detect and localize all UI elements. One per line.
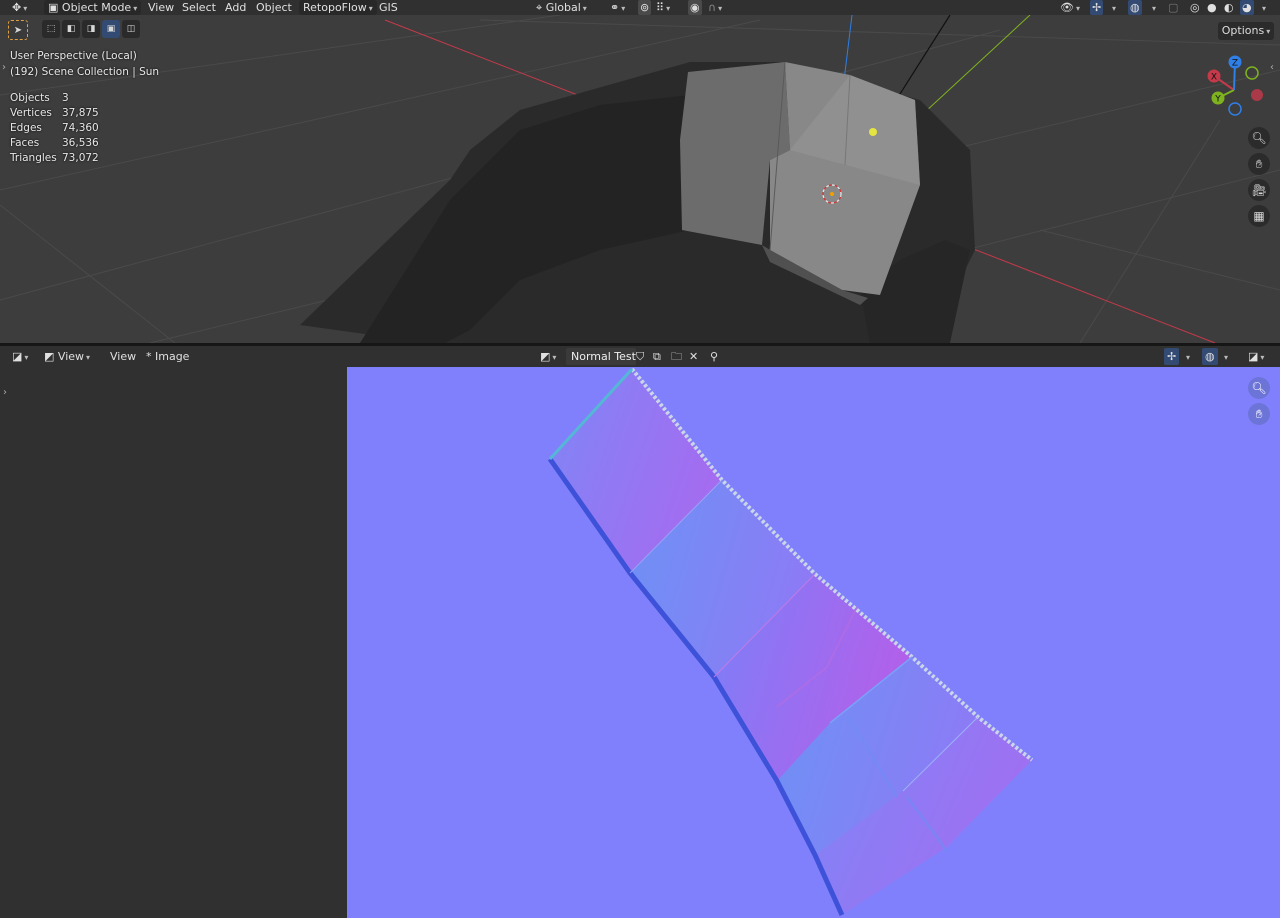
viewport-header: ✥ ▾ ▣ Object Mode ▾ View Select Add Object…: [0, 0, 1280, 15]
menu-add[interactable]: Add: [225, 0, 246, 15]
view-name-label: User Perspective (Local): [10, 50, 137, 62]
display-channels-icon[interactable]: ◪ ▾: [1248, 346, 1264, 367]
shading-dropdown-icon[interactable]: ▾: [1260, 0, 1266, 15]
chevron-down-icon: ▾: [582, 4, 587, 13]
gizmo-neg-y-icon: [1245, 66, 1259, 80]
select-invert-icon[interactable]: ▣: [102, 20, 120, 38]
proportional-edit-icon[interactable]: ◉: [688, 0, 702, 15]
sidebar-toggle-icon[interactable]: ‹: [1270, 62, 1274, 73]
gizmo-toggle-icon[interactable]: ✢: [1090, 0, 1104, 15]
chevron-down-icon: ▾: [133, 4, 138, 13]
shading-material-icon[interactable]: ◐: [1224, 0, 1234, 15]
gizmo-dropdown-icon[interactable]: ▾: [1184, 346, 1190, 367]
shading-wireframe-icon[interactable]: ◎: [1190, 0, 1200, 15]
editor-type-icon[interactable]: ✥ ▾: [12, 0, 27, 15]
gizmo-dropdown-icon[interactable]: ▾: [1110, 0, 1116, 15]
navigation-gizmo[interactable]: X Y Z: [1200, 50, 1272, 122]
view-mode-dropdown[interactable]: ◩ View ▾: [44, 346, 90, 367]
zoom-icon[interactable]: 🔍︎: [1248, 127, 1270, 149]
collection-label: (192) Scene Collection | Sun: [10, 66, 160, 78]
stat-row: Objects 3: [10, 92, 69, 104]
snap-target-icon[interactable]: ⠿ ▾: [656, 0, 670, 15]
select-mode-toolbar: ➤ ⬚ ◧ ◨ ▣ ◫: [8, 20, 140, 40]
image-editor-header: ◪ ▾ ◩ View ▾ View * Image ◩ ▾ Normal Test ⛉…: [0, 346, 1280, 367]
stat-row: Vertices 37,875: [10, 107, 99, 119]
overlay-dropdown-icon[interactable]: ▾: [1222, 346, 1228, 367]
transform-orientation-dropdown[interactable]: ⌖ Global ▾: [536, 0, 587, 15]
image-editor-toolbar-region: ›: [0, 367, 347, 918]
gizmo-y-label: Y: [1214, 95, 1221, 105]
menu-select[interactable]: Select: [182, 0, 216, 15]
overlay-toggle-icon[interactable]: ◍: [1128, 0, 1142, 15]
gizmo-toggle-icon[interactable]: ✢: [1164, 348, 1180, 365]
perspective-grid-icon[interactable]: ▦: [1248, 205, 1270, 227]
menu-retopoflow[interactable]: RetopoFlow ▾: [299, 0, 377, 15]
menu-image[interactable]: * Image: [146, 346, 189, 367]
gizmo-neg-z-icon: [1228, 102, 1242, 116]
chevron-down-icon: ▾: [86, 353, 91, 362]
menu-view[interactable]: View: [148, 0, 174, 15]
select-extend-icon[interactable]: ◧: [62, 20, 80, 38]
fake-user-shield-icon[interactable]: ⛉: [636, 346, 644, 367]
select-intersect-icon[interactable]: ◫: [122, 20, 140, 38]
select-subtract-icon[interactable]: ◨: [82, 20, 100, 38]
overlay-dropdown-icon[interactable]: ▾: [1150, 0, 1156, 15]
browse-image-icon[interactable]: ◩ ▾: [540, 346, 556, 367]
toolbar-toggle-icon[interactable]: ›: [2, 62, 6, 73]
overlay-toggle-icon[interactable]: ◍: [1202, 348, 1218, 365]
normal-map-strip: [547, 367, 1034, 917]
select-tool-icon[interactable]: ➤: [8, 20, 28, 40]
pin-icon[interactable]: ⚲: [710, 346, 718, 367]
viewport-3d[interactable]: ✥ ▾ ▣ Object Mode ▾ View Select Add Object…: [0, 0, 1280, 343]
image-editor-type-icon[interactable]: ◪ ▾: [12, 346, 28, 367]
chevron-down-icon: ▾: [368, 4, 373, 13]
gizmo-x-label: X: [1211, 73, 1217, 83]
menu-gis[interactable]: GIS: [379, 0, 398, 15]
pivot-point-icon[interactable]: ⚭ ▾: [610, 0, 625, 15]
camera-view-icon[interactable]: 🎥︎: [1248, 179, 1270, 201]
gizmo-neg-x-icon: [1251, 89, 1263, 101]
normal-map-canvas[interactable]: 🔍︎ ✋︎: [347, 367, 1280, 918]
stat-row: Edges 74,360: [10, 122, 99, 134]
object-mode-icon: ▣: [48, 1, 59, 14]
pan-hand-icon[interactable]: ✋︎: [1248, 403, 1270, 425]
falloff-icon[interactable]: ∩ ▾: [708, 0, 722, 15]
chevron-down-icon: ▾: [1266, 27, 1271, 36]
viewport-scene: [0, 14, 1280, 343]
object-mode-dropdown[interactable]: ▣ Object Mode ▾: [44, 0, 142, 15]
image-name-field[interactable]: Normal Test: [566, 348, 636, 365]
visibility-eye-icon[interactable]: 👁 ▾: [1060, 0, 1080, 15]
shading-solid-icon[interactable]: ●: [1207, 0, 1217, 15]
menu-view[interactable]: View: [110, 346, 136, 367]
close-icon[interactable]: ✕: [689, 346, 698, 367]
zoom-icon[interactable]: 🔍︎: [1248, 377, 1270, 399]
select-new-icon[interactable]: ⬚: [42, 20, 60, 38]
stat-row: Faces 36,536: [10, 137, 99, 149]
duplicate-image-icon[interactable]: ⧉: [653, 346, 661, 367]
shading-rendered-icon[interactable]: ◕: [1240, 0, 1254, 15]
open-folder-icon[interactable]: 🗀: [671, 346, 682, 367]
scene-statistics: Objects 3 Vertices 37,875 Edges 74,360 Face…: [10, 91, 99, 166]
menu-object[interactable]: Object: [256, 0, 292, 15]
pan-hand-icon[interactable]: ✋︎: [1248, 153, 1270, 175]
toolbar-toggle-icon[interactable]: ›: [3, 387, 7, 398]
xray-toggle-icon[interactable]: ▢: [1168, 0, 1178, 15]
gizmo-z-label: Z: [1232, 59, 1238, 69]
snap-toggle-icon[interactable]: ⊚: [638, 0, 652, 15]
stat-row: Triangles 73,072: [10, 152, 99, 164]
options-button[interactable]: Options ▾: [1218, 22, 1274, 40]
orientation-icon: ⌖: [536, 1, 543, 14]
image-icon: ◩: [44, 350, 55, 363]
